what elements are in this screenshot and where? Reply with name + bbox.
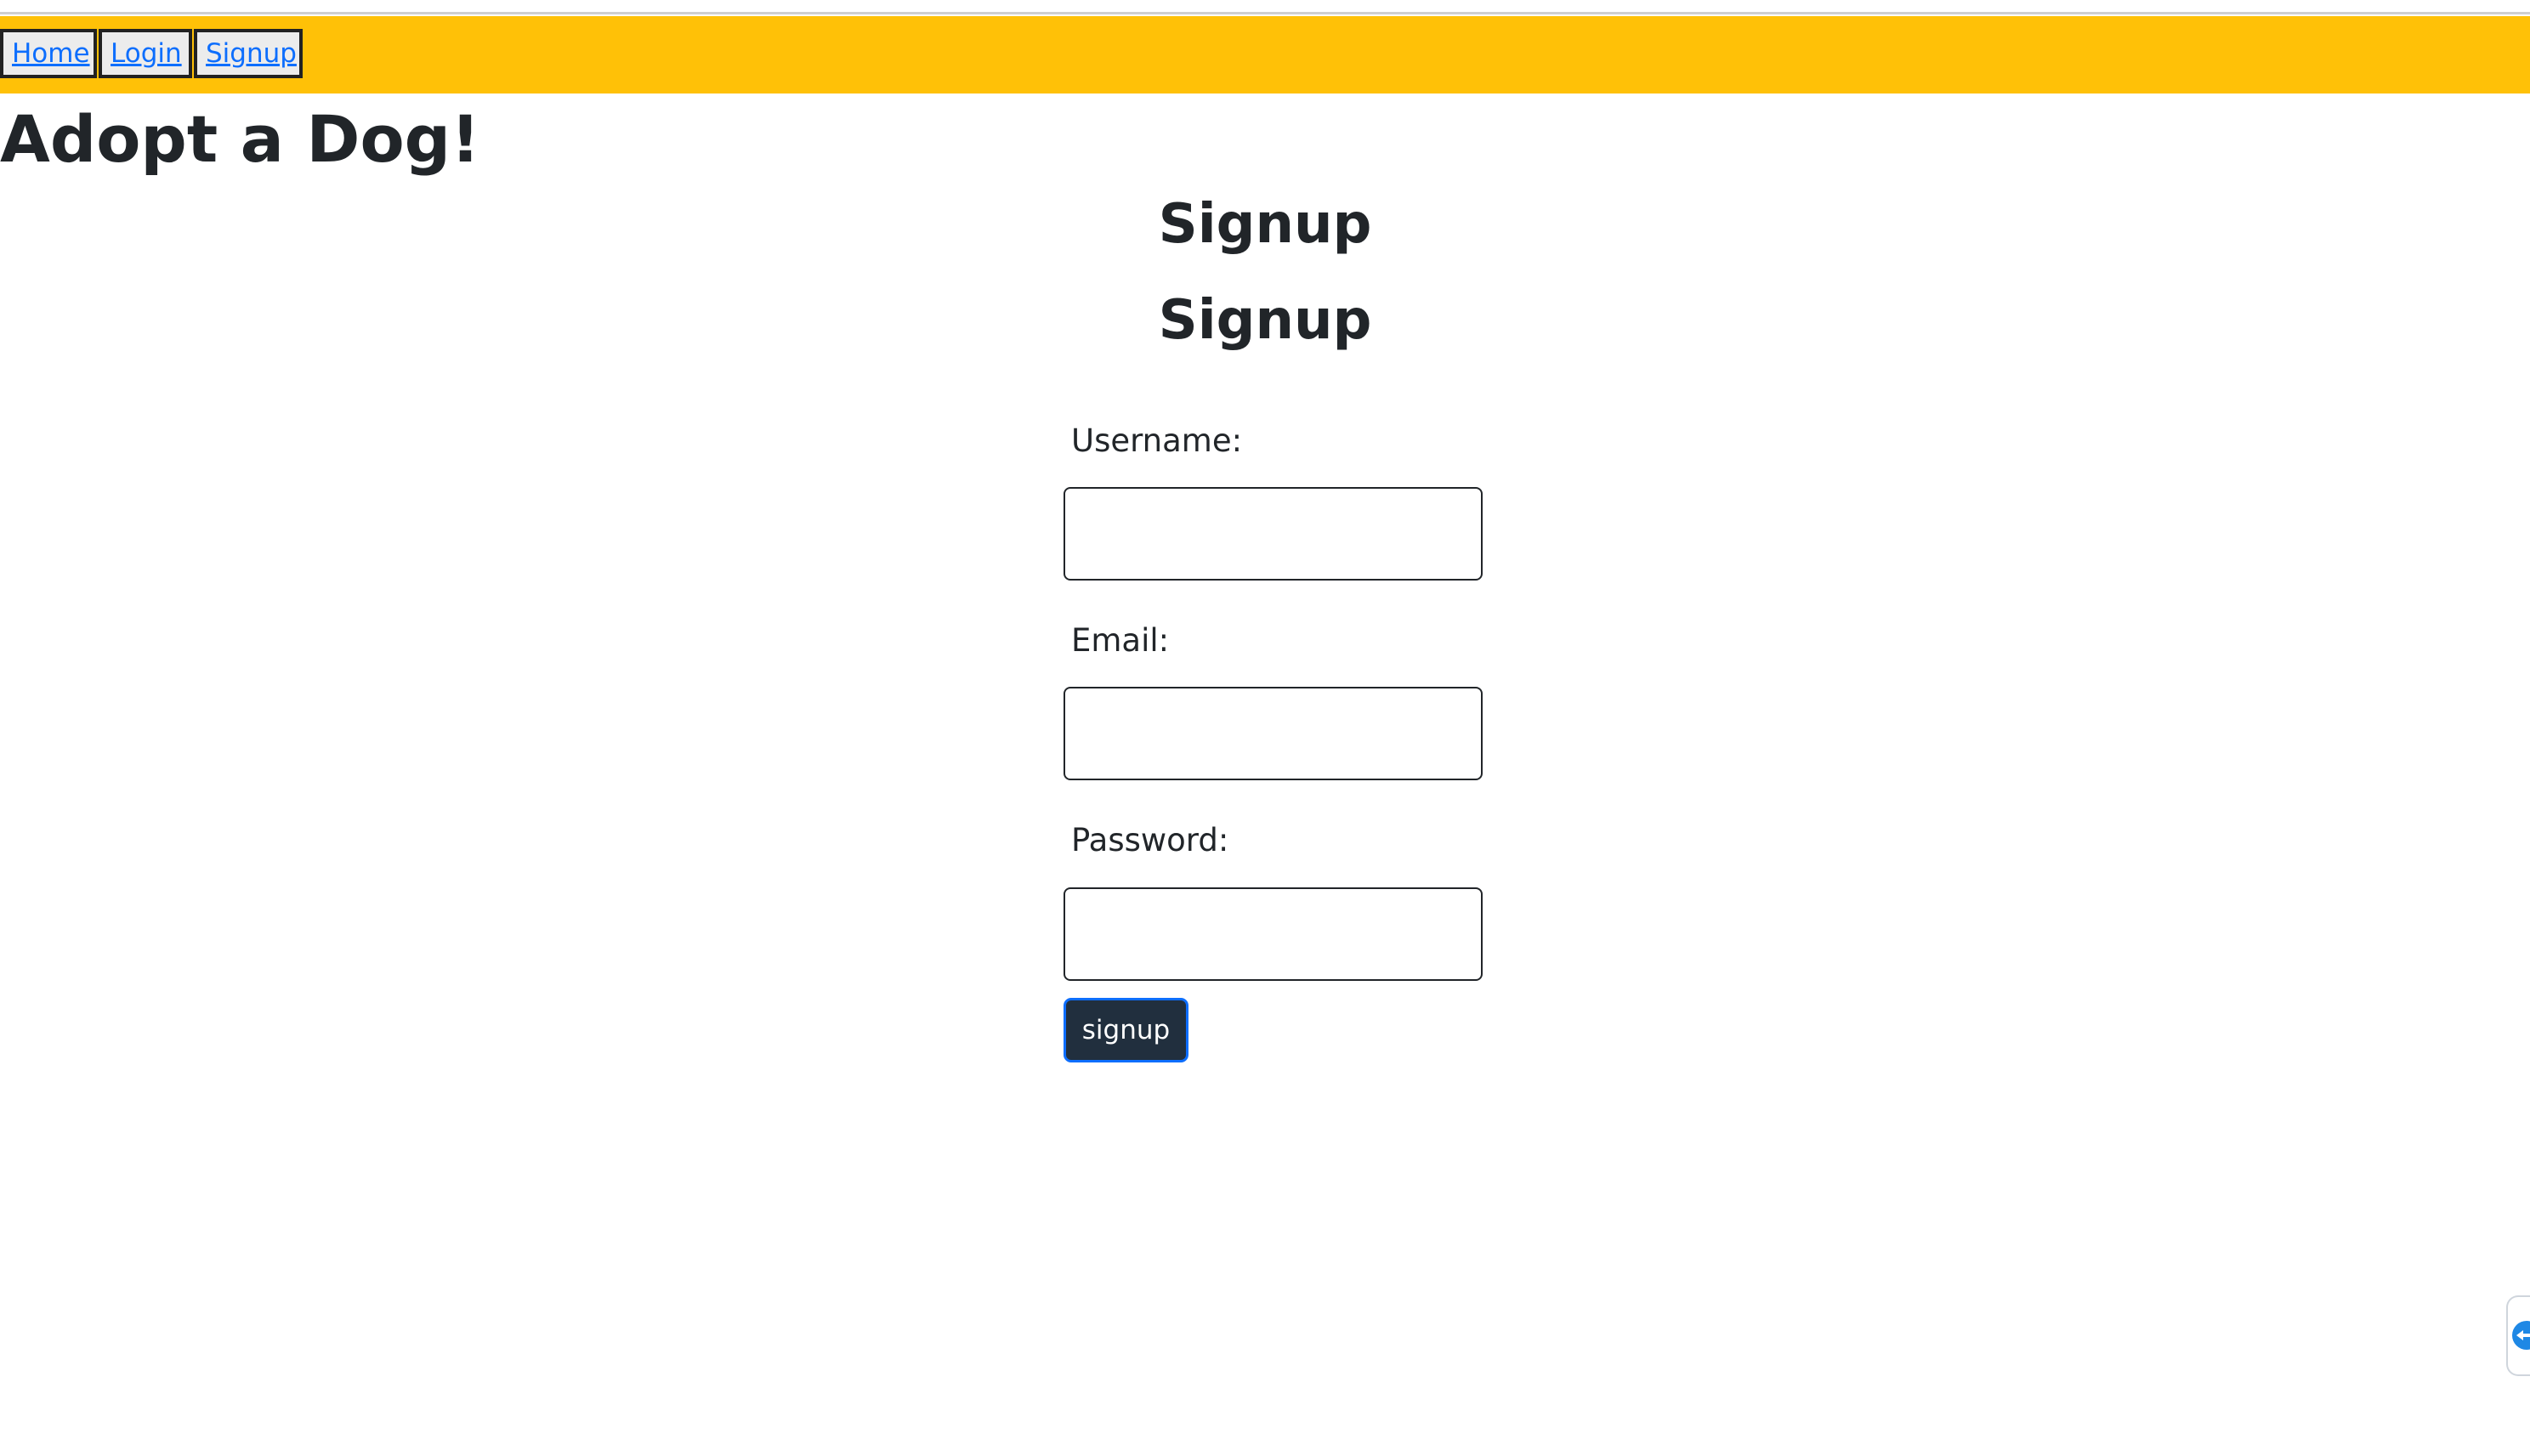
username-label: Username: <box>1071 422 1243 459</box>
username-input[interactable] <box>1064 487 1483 581</box>
password-input[interactable] <box>1064 887 1483 981</box>
top-divider <box>0 0 2530 14</box>
side-support-widget[interactable] <box>2506 1295 2530 1376</box>
nav-link-login[interactable]: Login <box>99 29 192 78</box>
signup-button[interactable]: signup <box>1064 998 1188 1062</box>
site-title: Adopt a Dog! <box>0 101 480 177</box>
nav-link-home[interactable]: Home <box>0 29 97 78</box>
form-title: Signup <box>1158 289 1372 352</box>
navbar: Home Login Signup <box>0 16 2530 93</box>
password-label: Password: <box>1071 822 1229 858</box>
page-title: Signup <box>1158 193 1372 256</box>
nav-link-signup[interactable]: Signup <box>194 29 303 78</box>
email-input[interactable] <box>1064 687 1483 780</box>
email-label: Email: <box>1071 622 1170 659</box>
remote-support-icon <box>2512 1321 2530 1350</box>
